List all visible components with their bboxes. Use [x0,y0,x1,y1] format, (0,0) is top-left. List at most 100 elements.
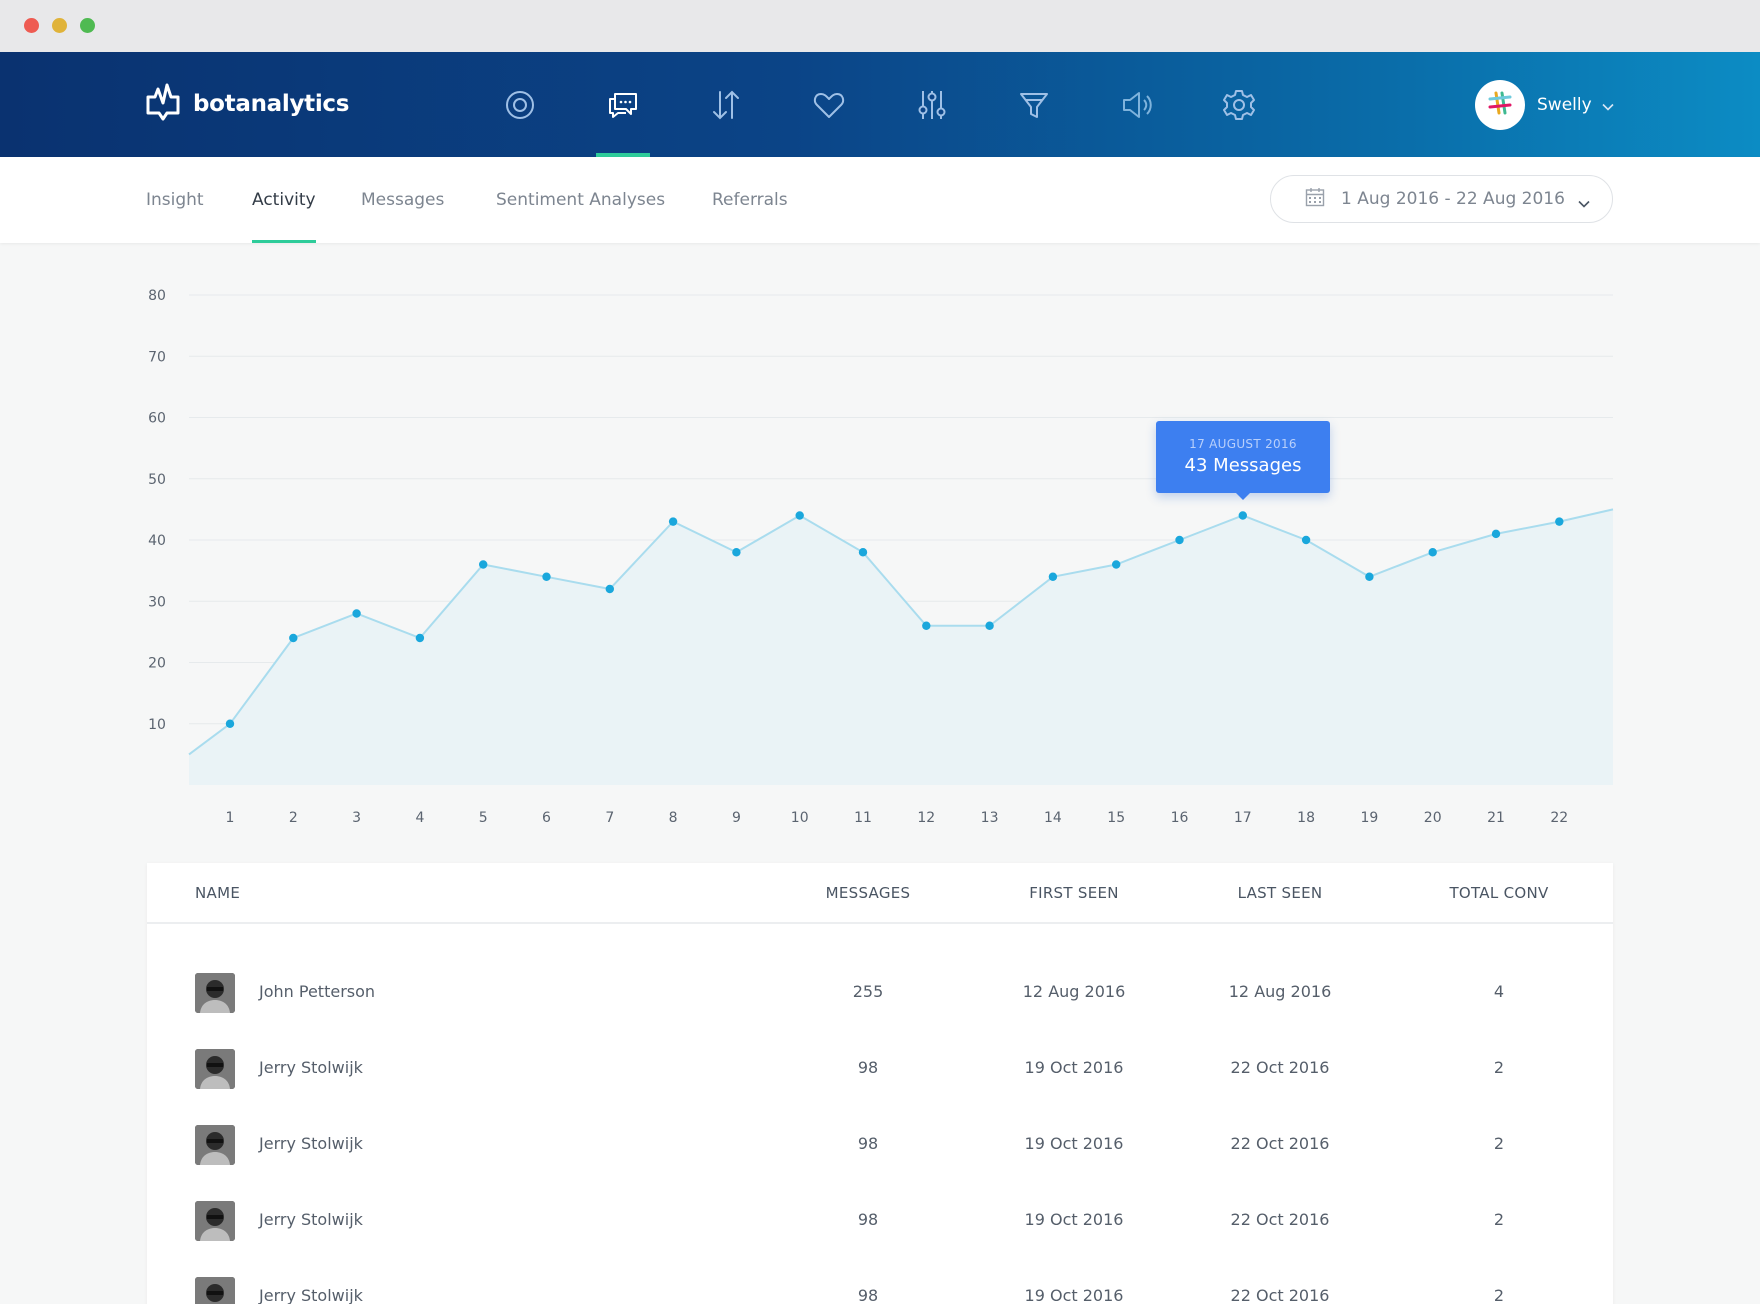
row-last-seen: 22 Oct 2016 [1230,1286,1330,1304]
speaker-icon[interactable] [1116,84,1158,126]
date-range-picker[interactable]: 1 Aug 2016 - 22 Aug 2016 [1270,175,1613,223]
row-last-seen: 22 Oct 2016 [1230,1134,1330,1153]
table-row[interactable]: Jerry Stolwijk 98 19 Oct 2016 22 Oct 201… [147,1258,1613,1304]
column-header-first-seen[interactable]: FIRST SEEN [1029,863,1119,924]
transfer-icon[interactable] [705,84,747,126]
table-row[interactable]: Jerry Stolwijk 98 19 Oct 2016 22 Oct 201… [147,1030,1613,1106]
column-header-last-seen[interactable]: LAST SEEN [1238,863,1323,924]
close-window-button[interactable] [24,18,39,33]
chevron-down-icon [1578,193,1590,212]
top-navigation-bar: botanalytics Swelly [0,52,1760,157]
x-tick-label: 17 [1234,810,1252,826]
x-tick-label: 6 [542,810,551,826]
data-point [1491,529,1501,539]
y-tick-label: 50 [148,472,166,488]
x-tick-label: 15 [1107,810,1125,826]
slack-logo-icon [1487,90,1513,120]
minimize-window-button[interactable] [52,18,67,33]
x-tick-label: 8 [669,810,678,826]
x-tick-label: 11 [854,810,872,826]
row-total-conv: 4 [1493,982,1505,1001]
tab-sentiment-analyses[interactable]: Sentiment Analyses [496,157,665,243]
row-last-seen: 22 Oct 2016 [1230,1210,1330,1229]
data-point [415,633,425,643]
data-point [985,621,994,630]
data-point [668,517,678,526]
avatar [195,1201,235,1241]
row-total-conv: 2 [1493,1286,1505,1304]
data-point [1175,535,1184,545]
avatar [195,1049,235,1089]
calendar-icon [1305,187,1325,211]
data-point [542,572,551,581]
row-first-seen: 19 Oct 2016 [1024,1058,1124,1077]
x-tick-label: 14 [1044,810,1062,826]
x-tick-label: 4 [415,810,424,826]
row-messages: 98 [857,1058,879,1077]
window-titlebar [0,0,1760,52]
maximize-window-button[interactable] [80,18,95,33]
funnel-icon[interactable] [1013,84,1055,126]
row-messages: 255 [852,982,884,1001]
tooltip-date: 17 AUGUST 2016 [1189,437,1297,451]
data-point [225,719,235,728]
row-total-conv: 2 [1493,1134,1505,1153]
data-point [605,584,614,594]
overview-icon[interactable] [499,84,541,126]
user-name: Swelly [1537,95,1592,115]
row-name: Jerry Stolwijk [259,1134,363,1153]
y-tick-label: 40 [148,533,166,549]
row-last-seen: 22 Oct 2016 [1230,1058,1330,1077]
chevron-down-icon [1602,96,1614,115]
heart-icon[interactable] [808,84,850,126]
user-menu[interactable]: Swelly [1475,80,1614,130]
x-tick-label: 13 [981,810,999,826]
data-point [858,548,868,557]
y-tick-label: 60 [148,411,166,427]
date-range-text: 1 Aug 2016 - 22 Aug 2016 [1341,189,1565,209]
data-point [1238,511,1248,520]
data-point [1365,572,1374,581]
x-tick-label: 10 [791,810,809,826]
row-total-conv: 2 [1493,1210,1505,1229]
sliders-icon[interactable] [911,84,953,126]
table-row[interactable]: John Petterson 255 12 Aug 2016 12 Aug 20… [147,954,1613,1030]
gear-icon[interactable] [1218,84,1260,126]
row-last-seen: 12 Aug 2016 [1228,982,1332,1001]
avatar [1475,80,1525,130]
column-header-messages[interactable]: MESSAGES [826,863,911,924]
x-tick-label: 16 [1171,810,1189,826]
data-point [1048,572,1058,581]
row-name: Jerry Stolwijk [259,1210,363,1229]
table-row[interactable]: Jerry Stolwijk 98 19 Oct 2016 22 Oct 201… [147,1182,1613,1258]
messages-icon[interactable] [602,84,644,126]
activity-chart: 10 20 30 40 50 60 70 80 1 2 3 4 5 6 7 8 9 10 11 12 13 14 15 16 1… [0,243,1760,843]
x-tick-label: 1 [226,810,235,826]
tab-activity[interactable]: Activity [252,157,316,243]
table-row[interactable]: Jerry Stolwijk 98 19 Oct 2016 22 Oct 201… [147,1106,1613,1182]
chart-tooltip: 17 AUGUST 2016 43 Messages [1156,421,1330,500]
x-tick-label: 21 [1487,810,1505,826]
tooltip-value: 43 Messages [1184,455,1302,476]
column-header-total-conv[interactable]: TOTAL CONV [1449,863,1548,924]
tab-referrals[interactable]: Referrals [712,157,788,243]
tab-messages[interactable]: Messages [361,157,444,243]
column-header-name[interactable]: NAME [195,863,240,924]
table-header: NAME MESSAGES FIRST SEEN LAST SEEN TOTAL… [147,863,1613,924]
tab-insight[interactable]: Insight [146,157,204,243]
data-point [1428,548,1437,557]
avatar [195,973,235,1013]
y-tick-label: 20 [148,656,166,672]
row-total-conv: 2 [1493,1058,1505,1077]
data-point [289,633,298,643]
row-name: Jerry Stolwijk [259,1058,363,1077]
data-point [479,560,488,569]
brand[interactable]: botanalytics [145,83,350,124]
row-messages: 98 [857,1210,879,1229]
data-point [1301,535,1311,545]
data-point [732,548,741,557]
data-point [1555,517,1564,526]
brand-name: botanalytics [193,91,350,117]
avatar [195,1277,235,1304]
x-tick-label: 22 [1550,810,1568,826]
